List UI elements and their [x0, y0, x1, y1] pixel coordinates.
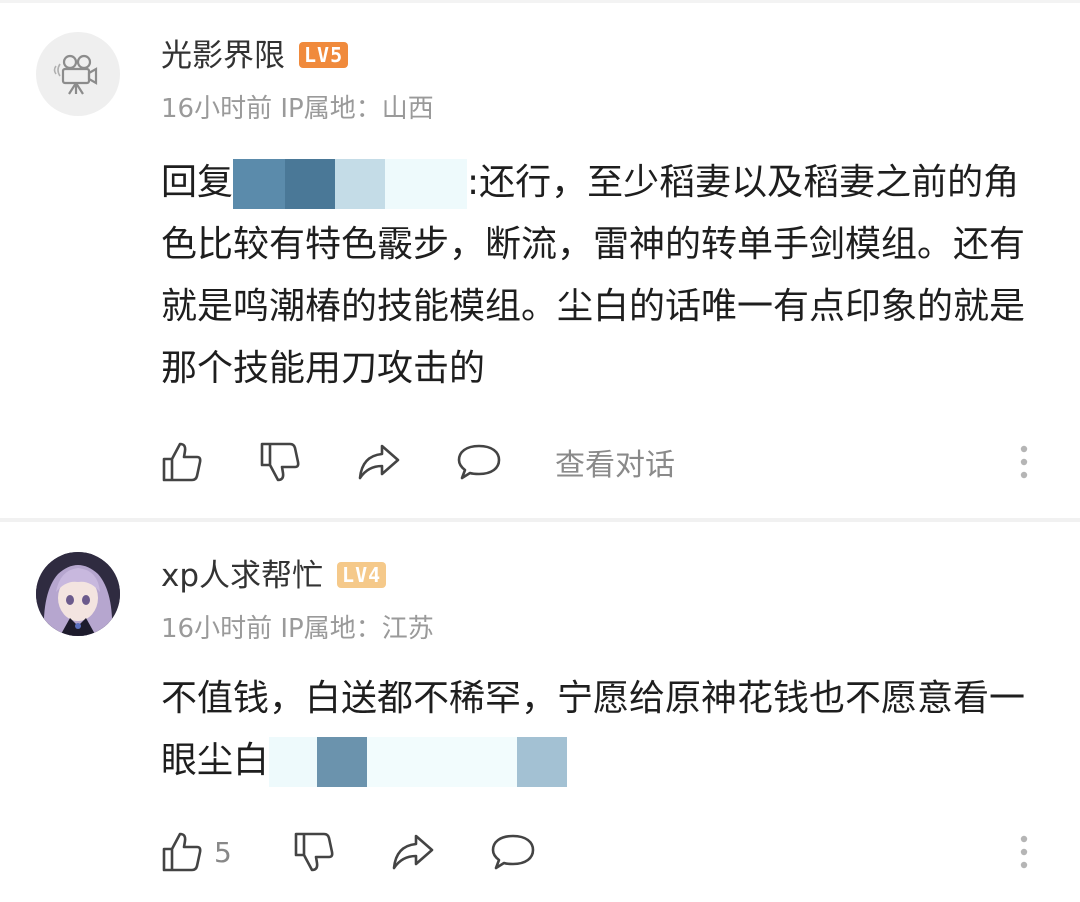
redacted-username-block — [233, 159, 286, 209]
avatar-image — [36, 552, 120, 636]
username[interactable]: 光影界限 LV5 — [161, 30, 349, 75]
comment-meta: 16小时前 IP属地：江苏 — [161, 608, 434, 645]
more-options-button[interactable] — [1014, 432, 1034, 492]
redacted-username-block — [385, 159, 468, 209]
thumbs-down-icon — [294, 832, 334, 872]
dislike-button[interactable] — [258, 432, 302, 492]
like-button[interactable] — [160, 432, 204, 492]
share-icon — [358, 444, 400, 480]
dislike-button[interactable] — [292, 822, 336, 882]
redacted-emoji-block — [269, 737, 318, 787]
level-badge: LV4 — [337, 562, 387, 588]
comment-time: 16小时前 — [161, 614, 273, 644]
thumbs-up-icon — [162, 832, 202, 872]
comment-item: 光影界限 LV5 16小时前 IP属地：山西 回复:还行，至少稻妻以及稻妻之前的角… — [0, 0, 1080, 518]
share-button[interactable] — [356, 432, 402, 492]
username-text[interactable]: 光影界限 — [161, 38, 285, 74]
share-button[interactable] — [390, 822, 436, 882]
more-vertical-icon — [1020, 445, 1028, 479]
level-badge: LV5 — [299, 42, 349, 68]
comment-item: xp人求帮忙 LV4 16小时前 IP属地：江苏 不值钱，白送都不稀罕，宁愿给原神… — [0, 522, 1080, 902]
like-button[interactable]: 5 — [160, 822, 232, 882]
comment-meta: 16小时前 IP属地：山西 — [161, 88, 434, 125]
more-options-button[interactable] — [1014, 822, 1034, 882]
comment-time: 16小时前 — [161, 94, 273, 124]
redacted-username-block — [335, 159, 386, 209]
ip-location: IP属地：山西 — [280, 94, 434, 124]
comment-bubble-icon — [491, 834, 535, 870]
ip-location: IP属地：江苏 — [280, 614, 434, 644]
view-conversation-link[interactable]: 查看对话 — [555, 432, 675, 492]
share-icon — [392, 834, 434, 870]
avatar[interactable] — [36, 552, 120, 636]
thumbs-down-icon — [260, 442, 300, 482]
redacted-emoji-block — [517, 737, 568, 787]
avatar[interactable] — [36, 32, 120, 116]
more-vertical-icon — [1020, 835, 1028, 869]
redacted-emoji-block — [367, 737, 518, 787]
reply-button[interactable] — [456, 432, 502, 492]
username-text[interactable]: xp人求帮忙 — [161, 558, 323, 594]
action-bar: 5 — [0, 822, 1080, 882]
comment-bubble-icon — [457, 444, 501, 480]
reply-prefix: 回复 — [161, 162, 234, 203]
like-count: 5 — [214, 835, 232, 869]
redacted-emoji-block — [317, 737, 368, 787]
reply-button[interactable] — [490, 822, 536, 882]
action-bar: 查看对话 — [0, 432, 1080, 492]
username[interactable]: xp人求帮忙 LV4 — [161, 550, 387, 595]
comment-body: 不值钱，白送都不稀罕，宁愿给原神花钱也不愿意看一眼尘白 — [161, 668, 1031, 792]
thumbs-up-icon — [162, 442, 202, 482]
comment-body: 回复:还行，至少稻妻以及稻妻之前的角色比较有特色霰步，断流，雷神的转单手剑模组。… — [161, 152, 1031, 400]
camera-icon — [53, 54, 98, 95]
view-conversation-text[interactable]: 查看对话 — [555, 440, 675, 484]
redacted-username-block — [285, 159, 336, 209]
